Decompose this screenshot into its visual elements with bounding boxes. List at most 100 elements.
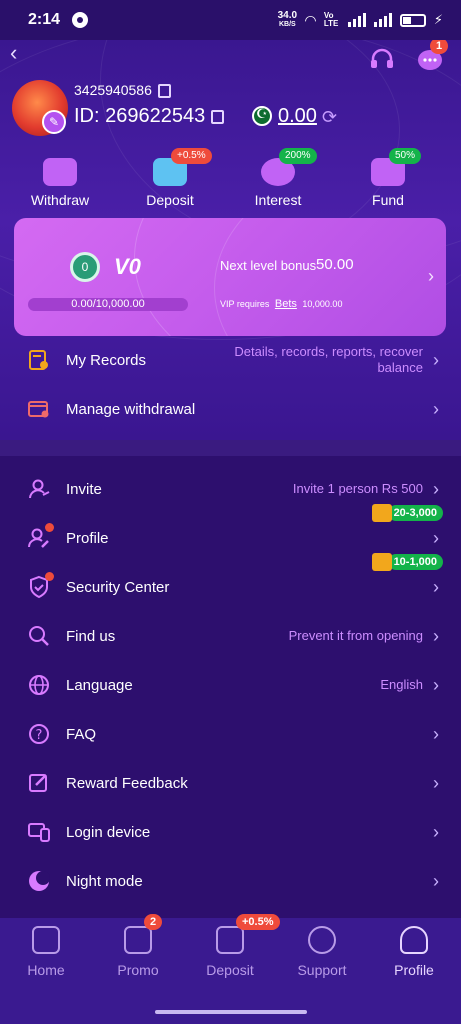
volte-label: Vo LTE xyxy=(323,11,339,28)
settings-menu: Invite Invite 1 person Rs 500 › Profile … xyxy=(0,456,461,918)
net-speed-value: 34.0 xyxy=(277,10,298,21)
menu-hint: English xyxy=(380,677,423,692)
net-speed: 34.0 KB/S xyxy=(278,11,297,29)
quick-deposit[interactable]: +0.5% Deposit xyxy=(124,148,216,208)
user-icon xyxy=(400,926,428,954)
menu-hint: Prevent it from opening xyxy=(288,628,423,643)
nav-label: Support xyxy=(297,962,347,978)
vip-requirement: VIP requires Bets 10,000.00 xyxy=(220,298,342,310)
quick-withdraw[interactable]: Withdraw xyxy=(14,158,106,208)
withdrawal-icon xyxy=(26,396,52,422)
menu-label: Night mode xyxy=(66,872,143,890)
nav-profile[interactable]: Profile xyxy=(368,926,460,978)
menu-hint: Details, records, reports, recover balan… xyxy=(234,344,423,375)
vip-card[interactable]: 0 V0 Next level bonus 50.00 0.00/10,000.… xyxy=(14,218,446,336)
quick-fund-label: Fund xyxy=(372,192,404,208)
menu-label: Find us xyxy=(66,627,116,645)
copy-id-icon[interactable] xyxy=(211,109,225,124)
quick-withdraw-label: Withdraw xyxy=(30,192,90,208)
nav-label: Deposit xyxy=(206,962,254,978)
gift-icon: 2 xyxy=(124,914,163,954)
vip-req-prefix: VIP requires xyxy=(220,299,270,309)
section-divider xyxy=(0,440,461,456)
pakistan-flag-icon xyxy=(252,106,272,126)
menu-login-device[interactable]: Login device › xyxy=(0,808,461,856)
vip-progress-bar: 0.00/10,000.00 xyxy=(28,298,188,311)
deposit-badge: +0.5% xyxy=(236,914,280,930)
charging-icon: ⚡ xyxy=(433,12,443,27)
vip-medal-icon: 0 xyxy=(70,252,100,282)
fund-icon: 50% xyxy=(371,148,422,186)
nav-label: Home xyxy=(27,962,65,978)
user-id: ID: 269622543 xyxy=(74,105,225,128)
edit-icon[interactable]: ✎ xyxy=(42,110,66,134)
menu-find-us[interactable]: Find us Prevent it from opening › xyxy=(0,612,461,660)
username-text: 3425940586 xyxy=(74,82,152,98)
menu-night-mode[interactable]: Night mode › xyxy=(0,857,461,905)
net-speed-unit: KB/S xyxy=(278,21,296,28)
status-bar: 2:14 34.0 KB/S ◠ Vo LTE ⚡ xyxy=(0,0,461,40)
home-icon xyxy=(32,926,60,954)
menu-manage-withdrawal[interactable]: Manage withdrawal › xyxy=(0,385,461,433)
chevron-right-icon: › xyxy=(433,821,439,842)
quick-interest[interactable]: 200% Interest xyxy=(232,148,324,208)
next-level-label: Next level bonus xyxy=(220,258,317,273)
menu-my-records[interactable]: My Records Details, records, reports, re… xyxy=(0,336,461,384)
username: 3425940586 xyxy=(74,82,171,99)
menu-label: FAQ xyxy=(66,725,97,743)
refresh-icon[interactable]: ⟳ xyxy=(322,107,337,128)
interest-tag: 200% xyxy=(279,148,317,164)
piggy-bank-icon: 200% xyxy=(261,148,317,186)
signal-icon xyxy=(347,13,366,27)
menu-security-center[interactable]: Security Center › 10-1,000 xyxy=(0,553,461,611)
next-level-value: 50.00 xyxy=(316,256,354,273)
headset-icon[interactable] xyxy=(368,46,396,74)
moon-icon xyxy=(26,868,52,894)
chevron-right-icon: › xyxy=(433,527,439,548)
menu-language[interactable]: Language English › xyxy=(0,661,461,709)
nav-deposit[interactable]: +0.5% Deposit xyxy=(184,914,280,978)
back-icon[interactable]: ‹ xyxy=(10,40,17,66)
menu-faq[interactable]: ? FAQ › xyxy=(0,710,461,758)
message-icon[interactable]: 1 xyxy=(416,40,449,74)
profile-edit-icon xyxy=(26,523,54,551)
svg-text:?: ? xyxy=(36,728,43,743)
menu-reward-feedback[interactable]: Reward Feedback › xyxy=(0,759,461,807)
nav-promo[interactable]: 2 Promo xyxy=(92,914,184,978)
wallet-icon: +0.5% xyxy=(216,914,280,954)
avatar[interactable]: ✎ xyxy=(12,80,68,136)
chevron-right-icon: › xyxy=(433,478,439,499)
vip-req-value: 10,000.00 xyxy=(302,299,343,309)
wifi-icon: ◠ xyxy=(305,11,316,28)
menu-label: Language xyxy=(66,676,133,694)
chevron-right-icon: › xyxy=(433,398,439,419)
vip-req-link[interactable]: Bets xyxy=(275,298,297,310)
chevron-right-icon: › xyxy=(433,674,439,695)
vip-progress-text: 0.00/10,000.00 xyxy=(71,298,145,310)
quick-fund[interactable]: 50% Fund xyxy=(342,148,434,208)
nav-support[interactable]: Support xyxy=(276,926,368,978)
gift-badge: 20-3,000 xyxy=(371,504,443,522)
headset-icon xyxy=(308,926,336,954)
records-icon xyxy=(26,347,52,373)
message-badge: 1 xyxy=(430,40,449,54)
gift-amount: 10-1,000 xyxy=(387,554,443,570)
copy-icon[interactable] xyxy=(157,84,171,99)
nav-home[interactable]: Home xyxy=(0,926,92,978)
gift-amount: 20-3,000 xyxy=(387,505,443,521)
gift-icon xyxy=(371,504,392,522)
chevron-right-icon: › xyxy=(428,266,434,286)
battery-icon xyxy=(399,13,426,27)
promo-badge: 2 xyxy=(144,914,163,930)
nav-label: Profile xyxy=(394,962,434,978)
menu-label: Login device xyxy=(66,823,151,841)
deposit-icon: +0.5% xyxy=(153,148,212,186)
chevron-right-icon: › xyxy=(433,723,439,744)
chevron-right-icon: › xyxy=(433,576,439,597)
menu-label: Invite xyxy=(66,480,102,498)
status-time: 2:14 xyxy=(28,11,61,28)
chevron-right-icon: › xyxy=(433,870,439,891)
quick-deposit-label: Deposit xyxy=(146,192,194,208)
chevron-right-icon: › xyxy=(433,772,439,793)
menu-label: Manage withdrawal xyxy=(66,400,196,418)
